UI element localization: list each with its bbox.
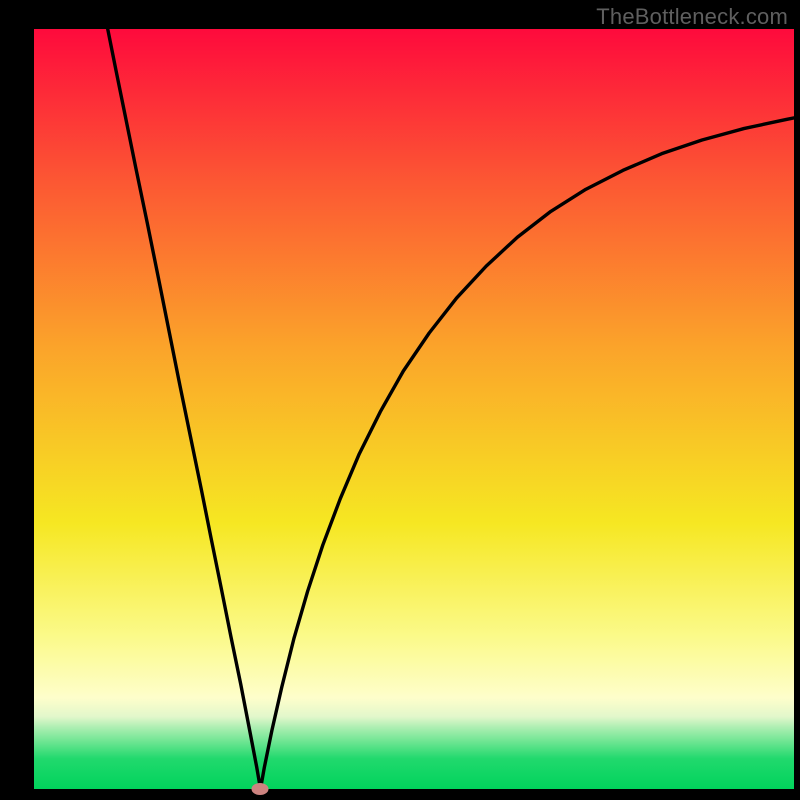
- watermark-text: TheBottleneck.com: [596, 4, 788, 30]
- bottleneck-chart: [0, 0, 800, 800]
- gradient-background: [34, 29, 794, 789]
- optimal-point-marker: [252, 783, 269, 795]
- chart-frame: TheBottleneck.com: [0, 0, 800, 800]
